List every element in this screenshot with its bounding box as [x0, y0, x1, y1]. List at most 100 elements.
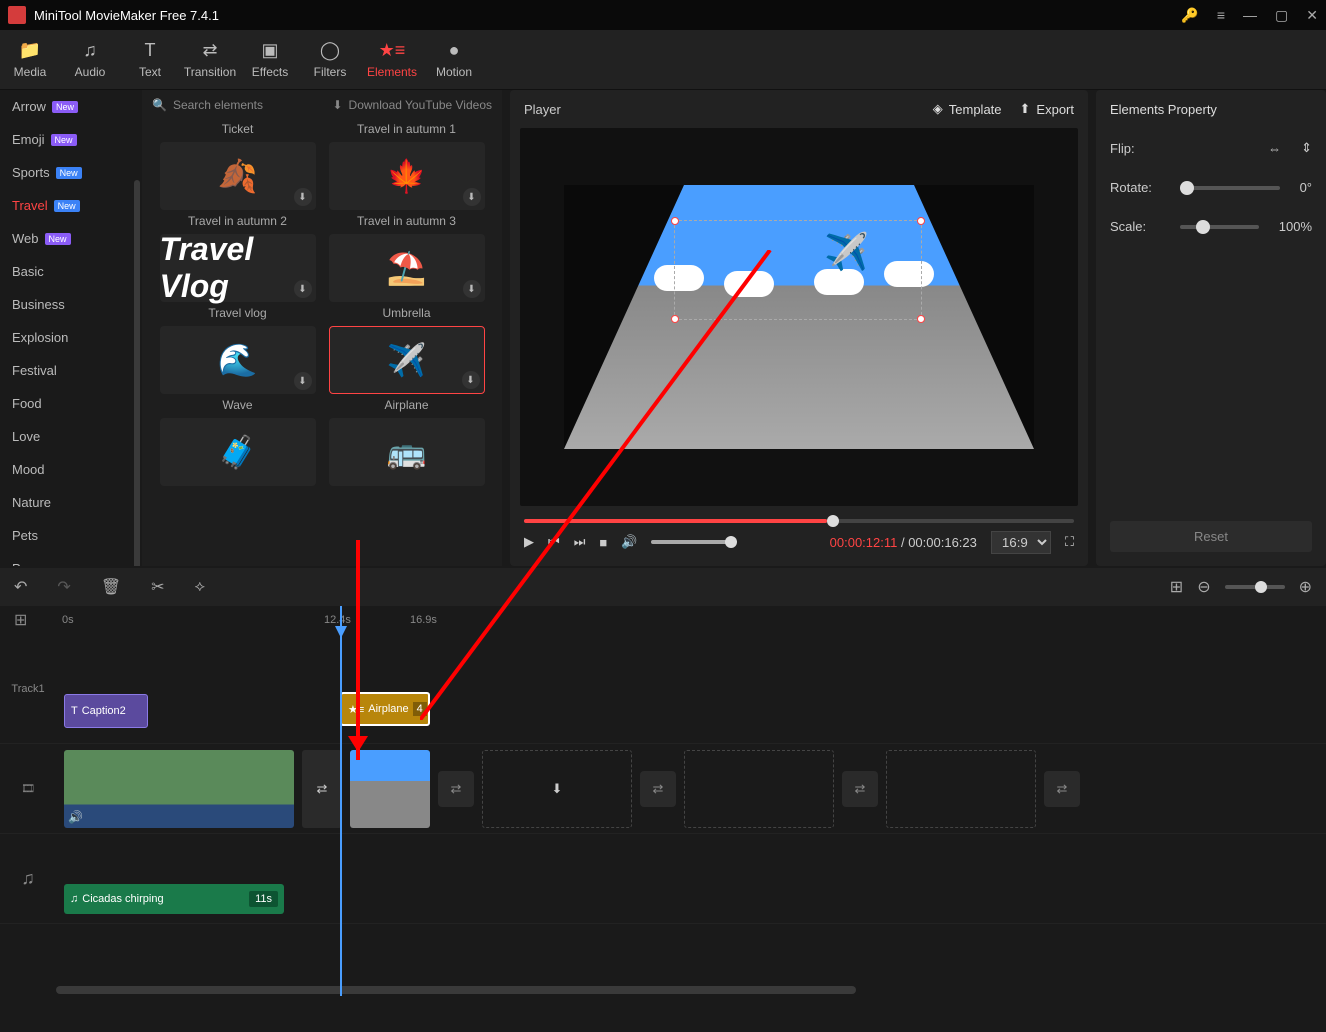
- volume-slider[interactable]: [651, 540, 731, 544]
- music-icon: ♫: [83, 40, 97, 61]
- tool-text[interactable]: TText: [120, 30, 180, 89]
- next-frame-icon[interactable]: ⏭: [574, 534, 586, 550]
- elements-icon: ★≡: [379, 40, 406, 61]
- template-icon: ◈: [933, 101, 943, 117]
- flip-horizontal-icon[interactable]: ⇔: [1268, 141, 1281, 156]
- sidebar-item-mood[interactable]: Mood: [0, 453, 142, 486]
- close-icon[interactable]: ✕: [1306, 7, 1318, 24]
- horizontal-scrollbar[interactable]: [56, 986, 856, 994]
- prev-frame-icon[interactable]: ⏮: [548, 534, 560, 550]
- sidebar-item-web[interactable]: WebNew: [0, 222, 142, 255]
- crop-icon[interactable]: ⟡: [195, 578, 206, 596]
- reset-button[interactable]: Reset: [1110, 521, 1312, 552]
- element-thumb[interactable]: ✈️⬇: [329, 326, 485, 394]
- sidebar-item-arrow[interactable]: ArrowNew: [0, 90, 142, 123]
- download-icon[interactable]: ⬇: [294, 280, 312, 298]
- transition-clip[interactable]: ⇄: [302, 750, 342, 828]
- total-time: 00:00:16:23: [908, 535, 977, 550]
- element-label: Ticket: [222, 122, 254, 136]
- flip-vertical-icon[interactable]: ⇕: [1301, 140, 1312, 156]
- download-icon[interactable]: ⬇: [294, 372, 312, 390]
- download-youtube-link[interactable]: ⬇Download YouTube Videos: [332, 98, 492, 112]
- sidebar-item-love[interactable]: Love: [0, 420, 142, 453]
- zoom-slider[interactable]: [1225, 585, 1285, 589]
- volume-icon[interactable]: 🔊: [621, 534, 637, 550]
- tool-motion[interactable]: ●Motion: [424, 30, 484, 89]
- stop-icon[interactable]: ■: [599, 535, 607, 550]
- cut-icon[interactable]: ✂: [151, 577, 164, 597]
- progress-bar[interactable]: [524, 519, 1074, 523]
- fit-icon[interactable]: ⊞: [1170, 577, 1183, 597]
- download-icon[interactable]: ⬇: [463, 188, 481, 206]
- sidebar-item-basic[interactable]: Basic: [0, 255, 142, 288]
- tool-effects[interactable]: ▣Effects: [240, 30, 300, 89]
- airplane-clip[interactable]: ★≡Airplane4: [340, 692, 430, 726]
- export-button[interactable]: ⬆Export: [1020, 101, 1074, 117]
- element-thumb[interactable]: 🌊⬇: [160, 326, 316, 394]
- video-clip-1[interactable]: 🔊: [64, 750, 294, 828]
- timeline: ⊞ 0s 12.4s 16.9s Track1 TCaption2 ★≡Airp…: [0, 606, 1326, 996]
- scrollbar[interactable]: [134, 180, 140, 566]
- swap-icon[interactable]: ⇄: [438, 771, 474, 807]
- tool-transition[interactable]: ⇄Transition: [180, 30, 240, 89]
- undo-icon[interactable]: ↶: [14, 577, 27, 597]
- template-button[interactable]: ◈Template: [933, 101, 1002, 117]
- redo-icon[interactable]: ↷: [57, 577, 70, 597]
- audio-track-icon: ♫: [0, 868, 56, 889]
- search-input[interactable]: 🔍Search elements: [152, 98, 322, 112]
- menu-icon[interactable]: ≡: [1217, 7, 1225, 23]
- text-icon: T: [145, 40, 156, 61]
- add-track-icon[interactable]: ⊞: [14, 610, 27, 630]
- fullscreen-icon[interactable]: ⛶: [1065, 534, 1074, 550]
- swap-icon[interactable]: ⇄: [640, 771, 676, 807]
- zoom-in-icon[interactable]: ⊕: [1299, 577, 1312, 597]
- sidebar-item-nature[interactable]: Nature: [0, 486, 142, 519]
- element-thumb[interactable]: 🚌: [329, 418, 485, 486]
- sidebar-item-emoji[interactable]: EmojiNew: [0, 123, 142, 156]
- rotate-slider[interactable]: [1180, 186, 1280, 190]
- element-thumb[interactable]: ⛱️⬇: [329, 234, 485, 302]
- player-title: Player: [524, 102, 561, 117]
- aspect-select[interactable]: 16:9: [991, 531, 1051, 554]
- tool-elements[interactable]: ★≡Elements: [360, 30, 424, 89]
- minimize-icon[interactable]: —: [1243, 7, 1257, 23]
- sidebar-item-business[interactable]: Business: [0, 288, 142, 321]
- play-icon[interactable]: ▶: [524, 534, 534, 550]
- sidebar-item-sports[interactable]: SportsNew: [0, 156, 142, 189]
- preview-area[interactable]: ✈️: [520, 128, 1078, 506]
- delete-icon[interactable]: 🗑: [101, 577, 121, 597]
- sidebar-item-explosion[interactable]: Explosion: [0, 321, 142, 354]
- element-thumb[interactable]: Travel Vlog⬇: [160, 234, 316, 302]
- sidebar-item-travel[interactable]: TravelNew: [0, 189, 142, 222]
- download-icon[interactable]: ⬇: [463, 280, 481, 298]
- sidebar-item-festival[interactable]: Festival: [0, 354, 142, 387]
- sidebar-item-props[interactable]: Props: [0, 552, 142, 566]
- sidebar-item-food[interactable]: Food: [0, 387, 142, 420]
- audio-clip[interactable]: ♫Cicadas chirping11s: [64, 884, 284, 914]
- tool-media[interactable]: 📁Media: [0, 30, 60, 89]
- caption-clip[interactable]: TCaption2: [64, 694, 148, 728]
- element-thumb[interactable]: 🍁⬇: [329, 142, 485, 210]
- tool-audio[interactable]: ♫Audio: [60, 30, 120, 89]
- key-icon[interactable]: 🔑: [1181, 7, 1198, 24]
- swap-icon[interactable]: ⇄: [842, 771, 878, 807]
- empty-slot[interactable]: ⬇: [482, 750, 632, 828]
- zoom-out-icon[interactable]: ⊖: [1197, 577, 1210, 597]
- playhead[interactable]: [340, 606, 342, 996]
- element-thumb[interactable]: 🧳: [160, 418, 316, 486]
- empty-slot[interactable]: [886, 750, 1036, 828]
- scale-slider[interactable]: [1180, 225, 1259, 229]
- tool-filters[interactable]: ◯Filters: [300, 30, 360, 89]
- download-icon[interactable]: ⬇: [462, 371, 480, 389]
- selection-box[interactable]: [674, 220, 922, 320]
- new-badge: New: [52, 101, 78, 113]
- video-clip-2[interactable]: [350, 750, 430, 828]
- empty-slot[interactable]: [684, 750, 834, 828]
- timeline-ruler[interactable]: ⊞ 0s 12.4s 16.9s: [0, 606, 1326, 634]
- element-thumb[interactable]: 🍂⬇: [160, 142, 316, 210]
- sound-icon: 🔊: [68, 810, 83, 824]
- download-icon[interactable]: ⬇: [294, 188, 312, 206]
- maximize-icon[interactable]: ▢: [1275, 7, 1288, 24]
- swap-icon[interactable]: ⇄: [1044, 771, 1080, 807]
- sidebar-item-pets[interactable]: Pets: [0, 519, 142, 552]
